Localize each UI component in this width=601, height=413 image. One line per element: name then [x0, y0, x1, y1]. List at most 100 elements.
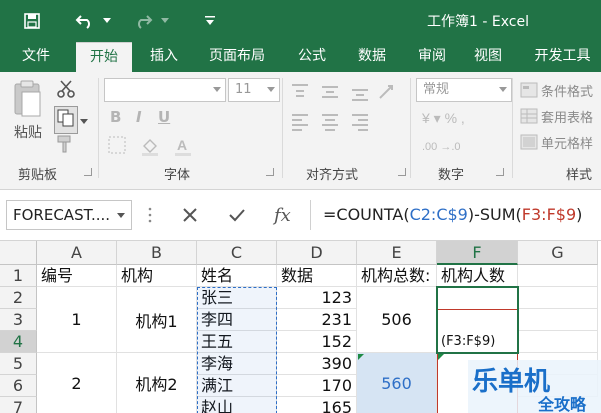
row-header-3[interactable]: 3 — [0, 309, 37, 331]
row-header-5[interactable]: 5 — [0, 353, 37, 375]
copy-icon[interactable] — [54, 106, 78, 134]
column-header-c[interactable]: C — [197, 241, 277, 265]
row-header-4[interactable]: 4 — [0, 331, 37, 353]
cell-g4[interactable] — [518, 331, 598, 353]
formula-ref-blue: C2:C$9 — [409, 205, 468, 224]
currency-icon[interactable]: ¥ ▾ % , — [420, 108, 510, 132]
format-table-button[interactable]: 套用表格 — [541, 107, 593, 126]
row-header-6[interactable]: 6 — [0, 375, 37, 397]
column-header-g[interactable]: G — [518, 241, 598, 265]
column-header-b[interactable]: B — [117, 241, 197, 265]
undo-icon[interactable] — [70, 8, 100, 34]
title-bar: 工作簿1 - Excel — [0, 0, 601, 42]
tab-developer[interactable]: 开发工具 — [524, 42, 601, 72]
tab-view[interactable]: 视图 — [462, 42, 514, 72]
borders-icon[interactable] — [108, 136, 126, 158]
tab-review[interactable]: 审阅 — [406, 42, 458, 72]
format-table-icon[interactable] — [520, 108, 538, 128]
cell-d7[interactable]: 165 — [277, 397, 357, 413]
save-icon[interactable] — [18, 8, 46, 34]
conditional-format-icon[interactable] — [520, 82, 538, 102]
number-launcher-icon[interactable] — [496, 168, 504, 176]
cell-f1[interactable]: 机构人数 — [437, 265, 518, 287]
number-format-value: 常规 — [423, 82, 450, 97]
undo-dropdown-icon[interactable] — [100, 8, 114, 34]
paste-icon[interactable] — [12, 80, 46, 124]
clipboard-launcher-icon[interactable] — [84, 168, 92, 176]
tab-file[interactable]: 文件 — [10, 42, 62, 72]
cell-a2-merged[interactable]: 1 — [37, 287, 117, 353]
cell-e5-merged[interactable]: 560 — [357, 353, 437, 413]
cell-g2[interactable] — [518, 287, 598, 309]
cell-e1[interactable]: 机构总数: — [357, 265, 437, 287]
cell-d2[interactable]: 123 — [277, 287, 357, 309]
cell-c3[interactable]: 李四 — [197, 309, 277, 331]
row-header-2[interactable]: 2 — [0, 287, 37, 309]
redo-icon[interactable] — [128, 8, 158, 34]
font-launcher-icon[interactable] — [266, 168, 274, 176]
bold-button[interactable]: B — [110, 108, 121, 126]
select-all-corner[interactable] — [0, 241, 37, 265]
orientation-icon[interactable] — [376, 82, 400, 106]
cell-c5[interactable]: 李海 — [197, 353, 277, 375]
alignment-launcher-icon[interactable] — [398, 168, 406, 176]
cell-c4[interactable]: 王五 — [197, 331, 277, 353]
font-name-combo[interactable] — [104, 78, 226, 102]
cell-b1[interactable]: 机构 — [117, 265, 197, 287]
cell-d1[interactable]: 数据 — [277, 265, 357, 287]
tab-insert[interactable]: 插入 — [138, 42, 190, 72]
row-header-1[interactable]: 1 — [0, 265, 37, 287]
ribbon: 粘贴 剪贴板 11 B I U A 字体 对齐方式 常规 ¥ ▾ % , .00… — [0, 72, 601, 190]
copy-dropdown-icon[interactable] — [80, 114, 88, 129]
cell-styles-icon[interactable] — [520, 134, 538, 154]
clipboard-group-label: 剪贴板 — [18, 168, 58, 183]
cell-a5-merged[interactable]: 2 — [37, 353, 117, 413]
cell-c1[interactable]: 姓名 — [197, 265, 277, 287]
decimal-icon[interactable]: .00 →.0 — [420, 136, 490, 160]
paste-label[interactable]: 粘贴 — [14, 122, 42, 142]
tab-page-layout[interactable]: 页面布局 — [198, 42, 276, 72]
window-title: 工作簿1 - Excel — [427, 14, 529, 30]
cell-c2[interactable]: 张三 — [197, 287, 277, 309]
top-align-icon[interactable] — [290, 82, 380, 106]
conditional-format-button[interactable]: 条件格式 — [541, 81, 593, 100]
formula-bar-grip-icon[interactable] — [148, 206, 152, 228]
customize-qat-icon[interactable] — [200, 8, 220, 34]
cell-c7[interactable]: 赵山 — [197, 397, 277, 413]
underline-button[interactable]: U — [158, 108, 170, 126]
column-header-a[interactable]: A — [37, 241, 117, 265]
italic-button[interactable]: I — [136, 108, 142, 126]
name-box[interactable]: FORECAST.... — [6, 200, 132, 230]
cut-icon[interactable] — [56, 80, 76, 102]
tab-data[interactable]: 数据 — [346, 42, 398, 72]
align-left-icon[interactable] — [290, 112, 380, 136]
column-header-e[interactable]: E — [357, 241, 437, 265]
redo-dropdown-icon[interactable] — [158, 8, 172, 34]
cell-b2-merged[interactable]: 机构1 — [117, 287, 197, 353]
tab-home[interactable]: 开始 — [76, 42, 132, 72]
format-painter-icon[interactable] — [56, 134, 74, 158]
cell-b5-merged[interactable]: 机构2 — [117, 353, 197, 413]
column-header-f[interactable]: F — [437, 241, 518, 265]
column-header-d[interactable]: D — [277, 241, 357, 265]
cell-a1[interactable]: 编号 — [37, 265, 117, 287]
cell-d6[interactable]: 170 — [277, 375, 357, 397]
enter-icon[interactable] — [228, 207, 246, 227]
cancel-icon[interactable] — [182, 207, 198, 227]
cell-d3[interactable]: 231 — [277, 309, 357, 331]
fill-color-icon[interactable] — [140, 136, 160, 160]
number-format-combo[interactable]: 常规 — [416, 78, 512, 102]
row-header-7[interactable]: 7 — [0, 397, 37, 413]
formula-input[interactable]: =COUNTA(C2:C$9)-SUM(F3:F$9) — [310, 200, 601, 230]
cell-g1[interactable] — [518, 265, 598, 287]
cell-d4[interactable]: 152 — [277, 331, 357, 353]
font-size-combo[interactable]: 11 — [228, 78, 280, 102]
cell-c6[interactable]: 满江 — [197, 375, 277, 397]
cell-d5[interactable]: 390 — [277, 353, 357, 375]
cell-g3[interactable] — [518, 309, 598, 331]
font-color-icon[interactable]: A — [174, 136, 192, 160]
cell-styles-button[interactable]: 单元格样 — [541, 133, 593, 152]
cell-e2-merged[interactable]: 506 — [357, 287, 437, 353]
insert-function-icon[interactable]: fx — [272, 203, 294, 231]
tab-formulas[interactable]: 公式 — [286, 42, 338, 72]
